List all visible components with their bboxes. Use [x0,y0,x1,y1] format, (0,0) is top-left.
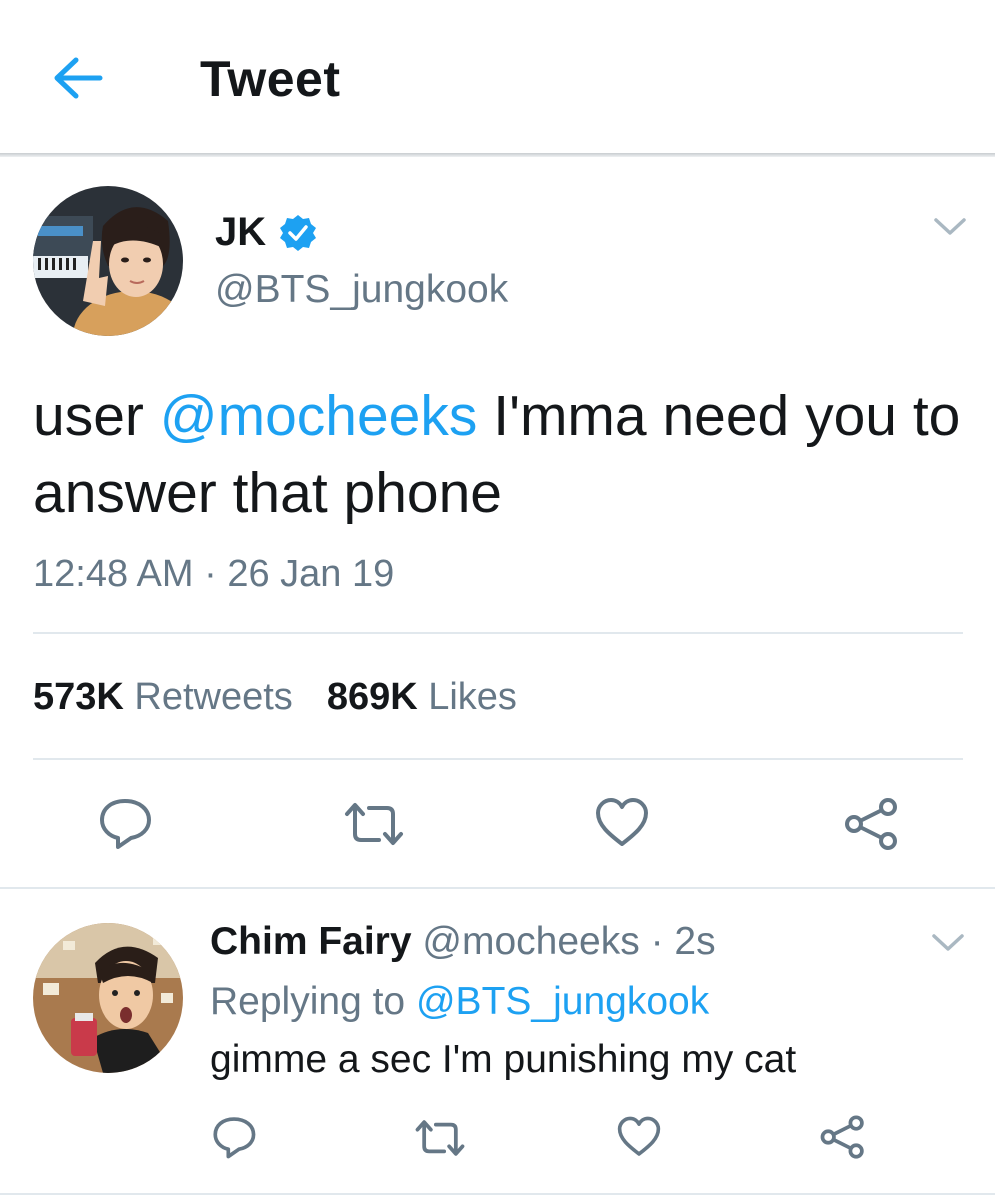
reply-options-button[interactable] [928,928,968,958]
likes-label: Likes [428,676,517,718]
reply-author-name[interactable]: Chim Fairy [210,920,412,963]
tweet-options-button[interactable] [930,212,970,242]
divider [33,758,963,760]
reply-author-avatar[interactable] [33,923,183,1073]
reply-icon [213,1117,256,1159]
arrow-left-icon [54,57,103,99]
back-button[interactable] [50,55,106,101]
reply-time: · 2s [639,920,716,963]
reply-author-handle[interactable]: @mocheeks [422,920,639,963]
retweet-icon [415,1120,465,1156]
retweet-button[interactable] [343,800,405,853]
replying-to-link[interactable]: @BTS_jungkook [416,980,709,1023]
tweet-text: user @mocheeks I'mma need you to answer … [33,378,973,532]
divider [33,632,963,634]
reply-like-button[interactable] [617,1116,661,1163]
retweets-stat[interactable]: 573K Retweets [33,676,293,719]
divider [0,1193,995,1195]
tweet-timestamp: 12:48 AM · 26 Jan 19 [33,553,395,595]
author-name-row: JK [215,210,318,255]
tweet-mention-link[interactable]: @mocheeks [160,384,478,448]
divider [0,887,995,889]
verified-badge-icon [280,214,317,251]
tweet-stats: 573K Retweets 869K Likes [33,676,551,719]
reply-button[interactable] [98,796,152,855]
retweets-label: Retweets [134,676,293,718]
reply-header: Chim Fairy @mocheeks · 2s [210,920,716,964]
share-icon [820,1115,864,1159]
chevron-down-icon [932,934,964,951]
tweet-text-before: user [33,384,160,448]
share-icon [845,798,897,850]
retweets-count: 573K [33,676,124,718]
reply-share-button[interactable] [820,1114,866,1165]
reply-text: gimme a sec I'm punishing my cat [210,1038,797,1081]
like-icon [617,1116,661,1156]
author-handle[interactable]: @BTS_jungkook [215,268,508,312]
retweet-icon [345,803,403,845]
replying-to-label: Replying to [210,980,406,1023]
reply-reply-button[interactable] [212,1115,256,1164]
reply-icon [100,799,151,849]
replying-to-line: Replying to @BTS_jungkook [210,980,709,1024]
page-title: Tweet [200,51,341,107]
likes-count: 869K [326,676,418,718]
like-button[interactable] [595,797,649,854]
header-divider [0,153,995,157]
reply-retweet-button[interactable] [414,1118,466,1163]
chevron-down-icon [934,218,966,235]
author-name[interactable]: JK [215,210,266,255]
top-app-bar: Tweet [0,0,995,155]
likes-stat[interactable]: 869K Likes [327,676,517,719]
author-avatar[interactable] [33,186,183,336]
share-button[interactable] [844,797,900,856]
like-icon [596,798,648,846]
